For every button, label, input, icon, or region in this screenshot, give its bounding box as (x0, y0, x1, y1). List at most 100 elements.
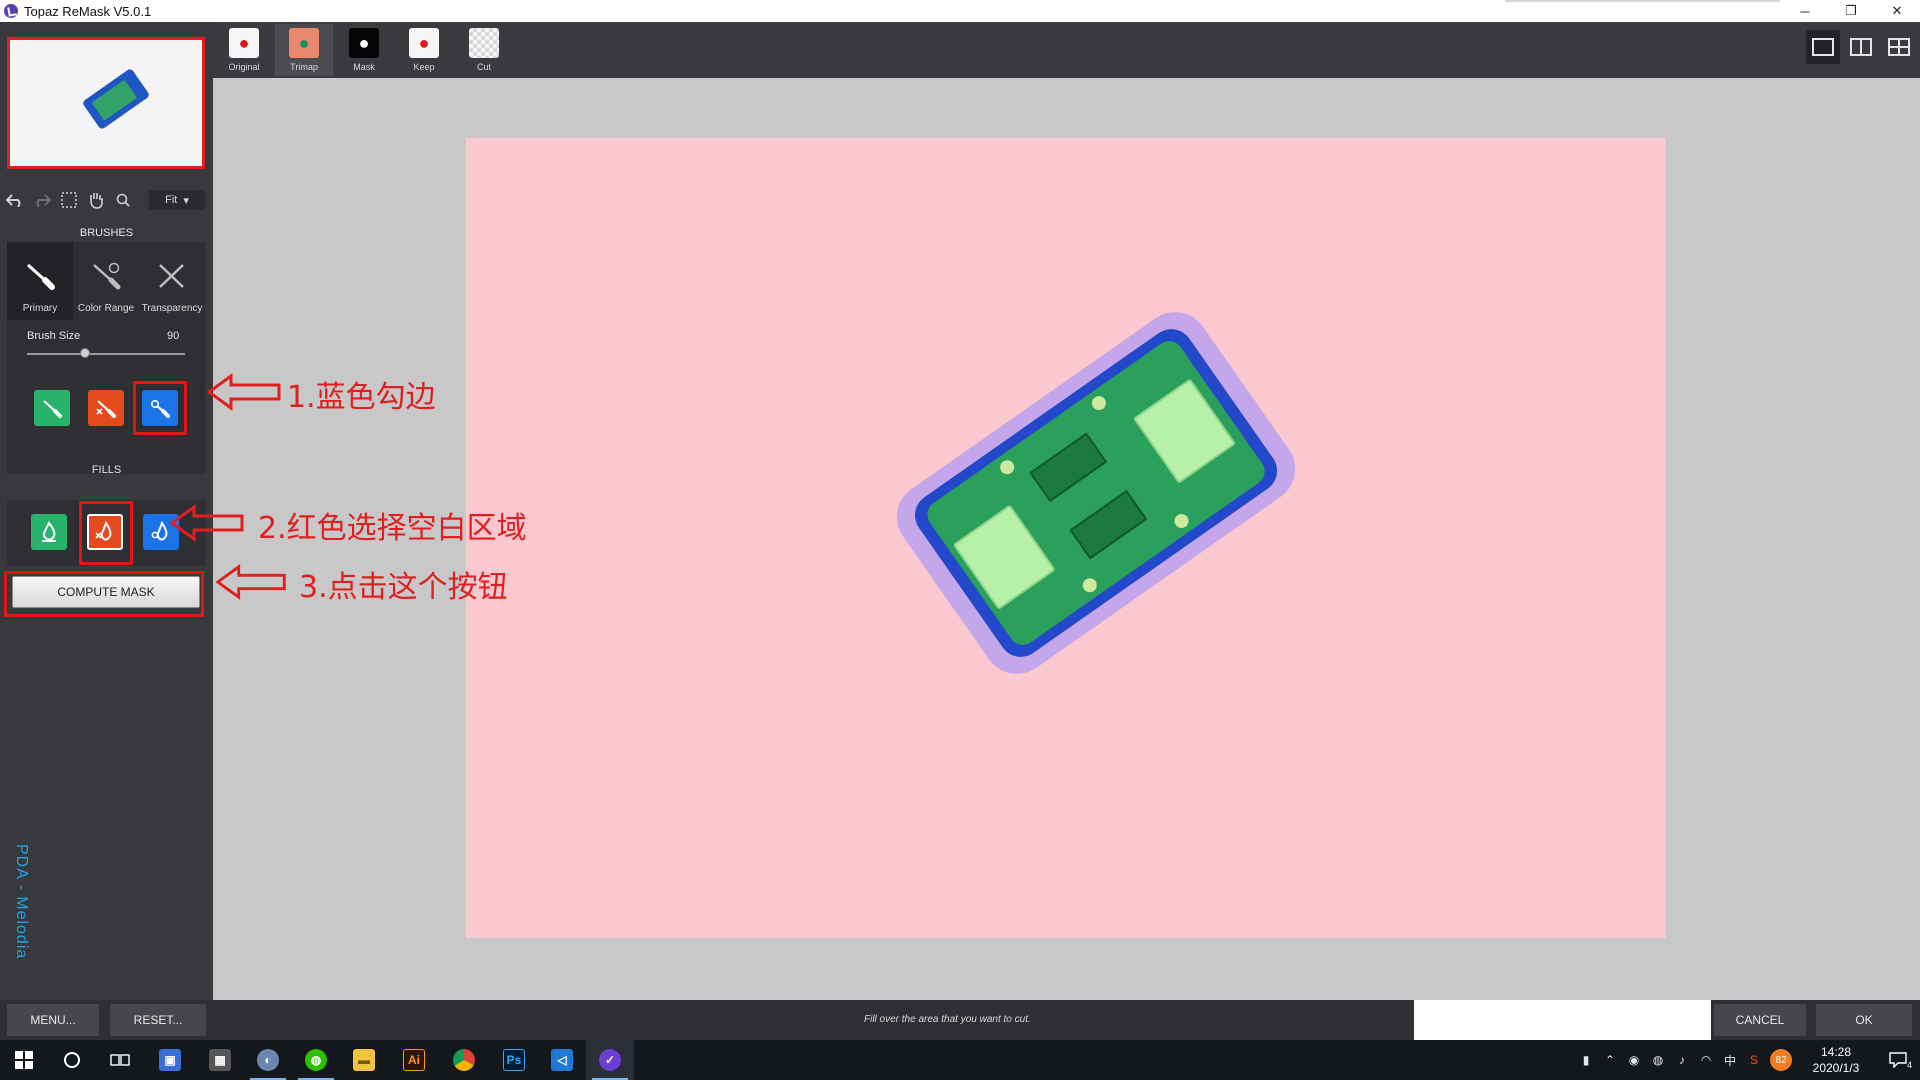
transparency-brush-icon (157, 262, 187, 297)
taskbar-illustrator[interactable]: Ai (390, 1040, 438, 1080)
split-view-button[interactable] (1844, 30, 1878, 64)
apple-icon: ● (229, 28, 259, 58)
notification-center-icon[interactable]: 4 (1876, 1040, 1920, 1080)
cut-brush-button[interactable] (88, 390, 124, 426)
undo-icon[interactable] (3, 188, 27, 212)
notification-count: 4 (1906, 1060, 1912, 1070)
wechat-tray-icon[interactable]: ◍ (1646, 1040, 1670, 1080)
marquee-select-icon[interactable] (57, 188, 81, 212)
volume-icon[interactable]: ♪ (1670, 1040, 1694, 1080)
chrome-icon (453, 1049, 475, 1071)
keep-brush-button[interactable] (34, 390, 70, 426)
tab-cut[interactable]: Cut (455, 24, 513, 76)
annotation-arrow-3 (215, 564, 286, 600)
trimap-image[interactable] (466, 138, 1666, 938)
navigator-thumbnail[interactable] (7, 37, 205, 169)
qq-icon[interactable]: ◉ (1622, 1040, 1646, 1080)
overlay-patch (1414, 1000, 1711, 1040)
clock[interactable]: 14:28 2020/1/3 (1796, 1044, 1876, 1076)
tab-label: Trimap (290, 62, 318, 72)
brush-tab-label: Transparency (141, 303, 203, 314)
pcb-connector-right (1132, 378, 1237, 484)
chevron-up-icon[interactable]: ⌃ (1598, 1040, 1622, 1080)
brush-tab-primary[interactable]: Primary (7, 242, 73, 320)
single-view-icon (1812, 38, 1834, 56)
annotation-highlight-compute (4, 571, 204, 617)
pcb-mount-hole (1171, 511, 1192, 531)
taskbar-chrome[interactable] (440, 1040, 488, 1080)
wifi-icon[interactable]: ◠ (1694, 1040, 1718, 1080)
keep-fill-button[interactable] (31, 514, 67, 550)
security-badge[interactable]: 82 (1766, 1040, 1796, 1080)
vscode-icon: ◁ (551, 1049, 573, 1071)
photoshop-icon: Ps (503, 1049, 525, 1071)
quad-view-button[interactable] (1882, 30, 1916, 64)
taskbar-file-explorer[interactable]: ▬ (340, 1040, 388, 1080)
windows-taskbar: ▣ ▦ ◐ ◍ ▬ Ai Ps ◁ ✓ ▮ ⌃ ◉ ◍ ♪ ◠ 中 S 82 1… (0, 1040, 1920, 1080)
close-button[interactable]: ✕ (1874, 0, 1920, 22)
tab-label: Mask (353, 62, 375, 72)
tab-label: Original (228, 62, 260, 72)
annotation-step-2: 2.红色选择空白区域 (258, 511, 527, 546)
brush-tab-transparency[interactable]: Transparency (139, 242, 205, 320)
tab-trimap[interactable]: ● Trimap (275, 24, 333, 76)
app-logo-icon (4, 4, 18, 18)
taskbar-app-blue[interactable]: ▣ (146, 1040, 194, 1080)
tab-keep[interactable]: ● Keep (395, 24, 453, 76)
chevron-down-icon: ▾ (183, 194, 189, 207)
tab-original[interactable]: ● Original (215, 24, 273, 76)
title-bar-strip (1505, 0, 1780, 2)
ok-button[interactable]: OK (1816, 1004, 1912, 1036)
battery-icon[interactable]: ▮ (1574, 1040, 1598, 1080)
hand-pan-icon[interactable] (84, 188, 108, 212)
annotation-highlight-cut-fill (79, 501, 133, 565)
brushes-panel: Primary Color Range Transparency Brush S… (7, 242, 205, 474)
single-view-button[interactable] (1806, 30, 1840, 64)
brush-icon (25, 262, 55, 297)
taskbar-topaz-remask[interactable]: ✓ (586, 1040, 634, 1080)
zoom-select-value: Fit (165, 194, 178, 206)
cortana-button[interactable] (48, 1040, 96, 1080)
security-badge-count: 82 (1770, 1049, 1792, 1071)
zoom-icon[interactable] (111, 188, 135, 212)
taskbar-calculator[interactable]: ▦ (196, 1040, 244, 1080)
app-blue-icon: ▣ (159, 1049, 181, 1071)
topaz-remask-icon: ✓ (599, 1049, 621, 1071)
minimize-button[interactable]: ─ (1782, 0, 1828, 22)
reset-button[interactable]: RESET... (110, 1004, 206, 1036)
start-button[interactable] (0, 1040, 48, 1080)
mask-apple-icon: ● (349, 28, 379, 58)
pcb-chip-bottom (1069, 489, 1148, 560)
annotation-arrow-1 (206, 373, 281, 411)
brush-size-slider-handle[interactable] (80, 348, 91, 358)
brush-tab-color-range[interactable]: Color Range (73, 242, 139, 320)
ime-indicator[interactable]: 中 (1718, 1040, 1742, 1080)
wechat-icon: ◍ (305, 1049, 327, 1071)
zoom-select[interactable]: Fit ▾ (149, 190, 205, 210)
taskbar-wechat[interactable]: ◍ (292, 1040, 340, 1080)
window-title: Topaz ReMask V5.0.1 (24, 3, 152, 19)
illustrator-icon: Ai (403, 1049, 425, 1071)
pcb-mount-hole (997, 457, 1017, 478)
system-tray: ▮ ⌃ ◉ ◍ ♪ ◠ 中 S 82 14:28 2020/1/3 4 (1574, 1040, 1920, 1080)
bottom-action-bar: MENU... RESET... Fill over the area that… (0, 1000, 1920, 1040)
folder-icon: ▬ (353, 1049, 375, 1071)
task-view-button[interactable] (96, 1040, 144, 1080)
taskbar-photoshop[interactable]: Ps (490, 1040, 538, 1080)
cancel-button[interactable]: CANCEL (1714, 1004, 1806, 1036)
brush-tab-label: Primary (22, 303, 58, 314)
tab-mask[interactable]: ● Mask (335, 24, 393, 76)
trimap-apple-icon: ● (289, 28, 319, 58)
taskbar-remote-app[interactable]: ◐ (244, 1040, 292, 1080)
redo-icon[interactable] (30, 188, 54, 212)
sogou-icon[interactable]: S (1742, 1040, 1766, 1080)
brush-size-slider[interactable] (27, 353, 185, 355)
brush-size-label: Brush Size (27, 330, 81, 342)
menu-button[interactable]: MENU... (7, 1004, 99, 1036)
restore-button[interactable]: ❐ (1828, 0, 1874, 22)
taskbar-vscode[interactable]: ◁ (538, 1040, 586, 1080)
fills-heading: FILLS (91, 464, 122, 476)
pcb-chip-top (1029, 432, 1108, 503)
layout-buttons (1806, 30, 1916, 64)
view-tools-row: Fit ▾ (0, 187, 213, 213)
